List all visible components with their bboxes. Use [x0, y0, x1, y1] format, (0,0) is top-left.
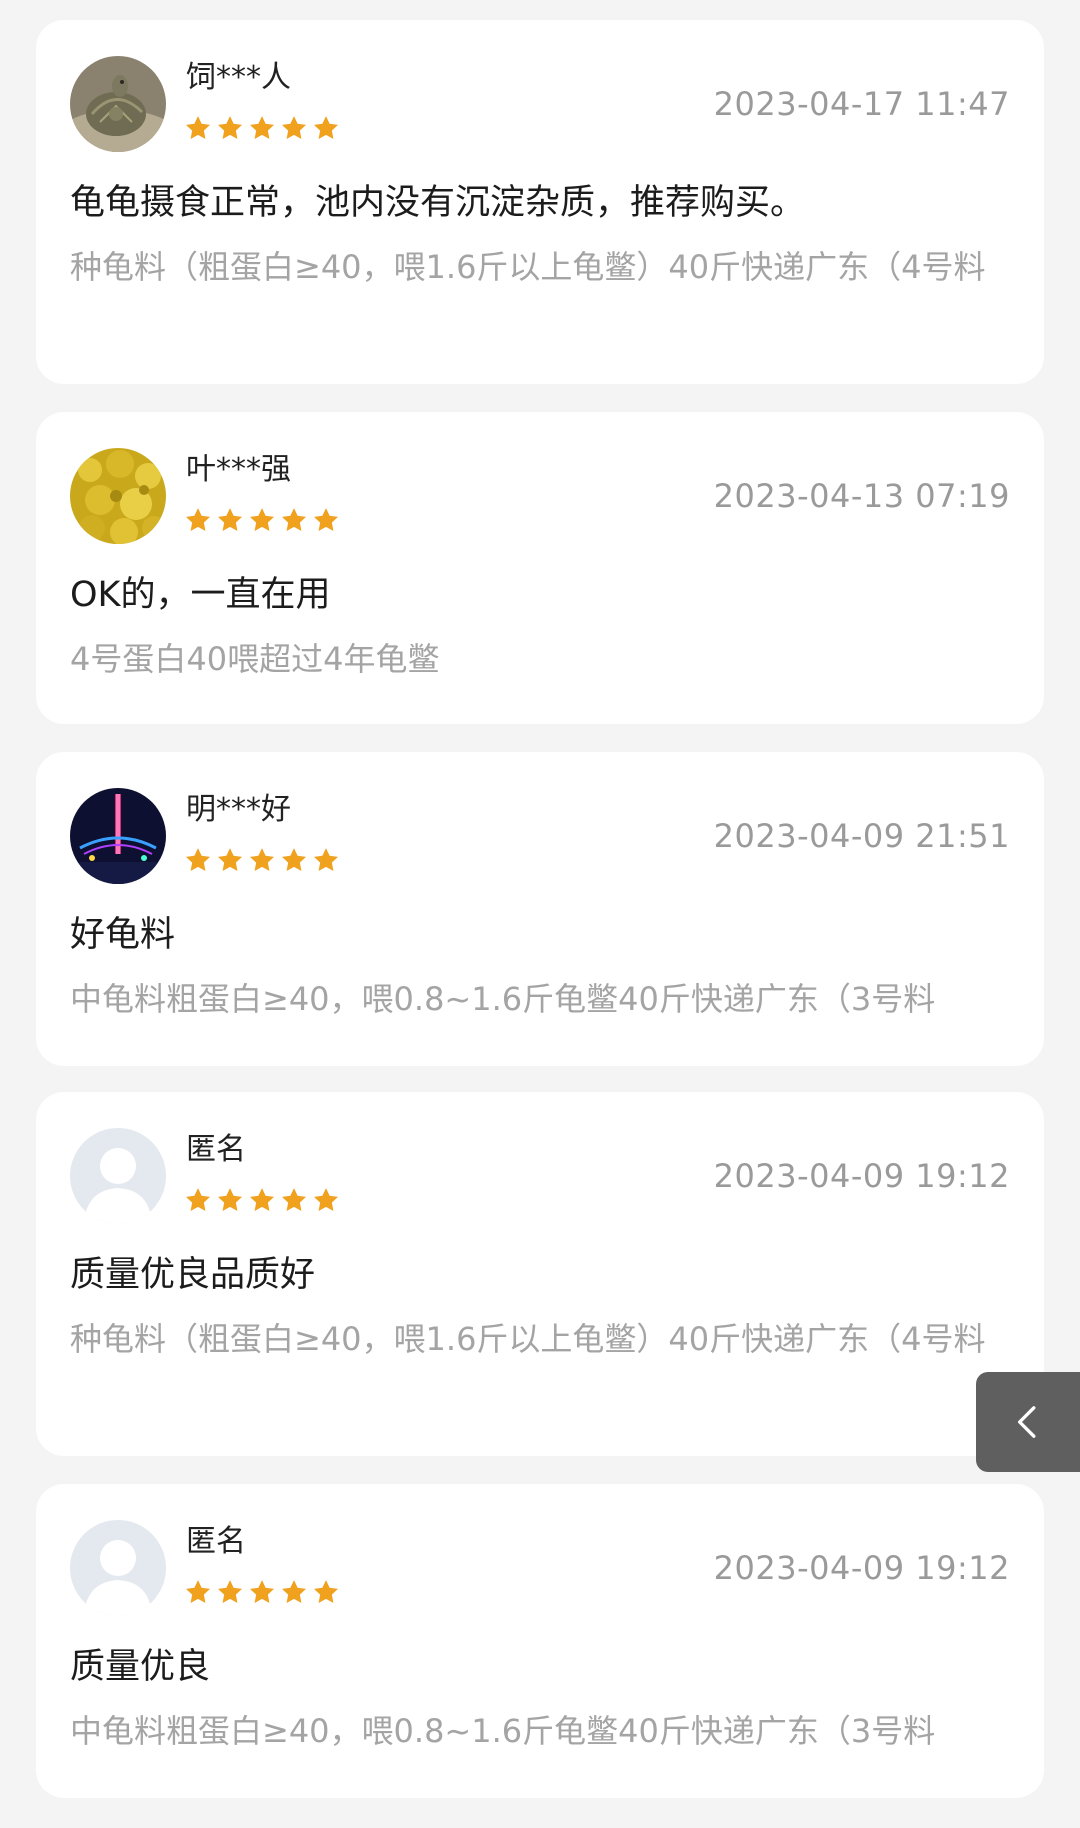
purchased-spec: 中龟料粗蛋白≥40，喂0.8~1.6斤龟鳖40斤快递广东（3号料 — [70, 980, 936, 1018]
review-datetime: 2023-04-13 07:19 — [713, 477, 1010, 515]
review-card: 匿名 2023-04-09 19:12 质量优良品质好 种龟料（粗蛋白≥40，喂… — [36, 1092, 1044, 1456]
star-icon — [216, 506, 244, 534]
review-datetime: 2023-04-09 19:12 — [713, 1157, 1010, 1195]
star-icon — [184, 114, 212, 142]
username: 明***好 — [186, 792, 291, 827]
review-comment: 好龟料 — [70, 915, 176, 955]
username: 饲***人 — [186, 60, 291, 95]
review-comment: 质量优良品质好 — [70, 1255, 316, 1295]
star-icon — [312, 114, 340, 142]
purchased-spec: 中龟料粗蛋白≥40，喂0.8~1.6斤龟鳖40斤快递广东（3号料 — [70, 1712, 936, 1750]
purchased-spec: 种龟料（粗蛋白≥40，喂1.6斤以上龟鳖）40斤快递广东（4号料 — [70, 248, 986, 286]
star-icon — [312, 1186, 340, 1214]
star-icon — [312, 846, 340, 874]
star-icon — [184, 1186, 212, 1214]
chevron-left-icon — [1018, 1406, 1036, 1438]
review-datetime: 2023-04-09 21:51 — [713, 817, 1010, 855]
review-comment: OK的，一直在用 — [70, 575, 331, 615]
default-user-avatar[interactable] — [70, 1520, 166, 1616]
star-rating — [184, 1578, 340, 1606]
yellow-flowers-avatar[interactable] — [70, 448, 166, 544]
review-card: 明***好 2023-04-09 21:51 好龟料 中龟料粗蛋白≥40，喂0.… — [36, 752, 1044, 1066]
star-icon — [184, 1578, 212, 1606]
turtle-avatar[interactable] — [70, 56, 166, 152]
review-card: 饲***人 2023-04-17 11:47 龟龟摄食正常，池内没有沉淀杂质，推… — [36, 20, 1044, 384]
back-button[interactable] — [976, 1372, 1080, 1472]
star-icon — [248, 846, 276, 874]
star-icon — [280, 1578, 308, 1606]
star-icon — [216, 114, 244, 142]
review-card: 叶***强 2023-04-13 07:19 OK的，一直在用 4号蛋白40喂超… — [36, 412, 1044, 724]
star-icon — [248, 1578, 276, 1606]
star-icon — [248, 114, 276, 142]
purchased-spec: 4号蛋白40喂超过4年龟鳖 — [70, 640, 440, 678]
review-list: 饲***人 2023-04-17 11:47 龟龟摄食正常，池内没有沉淀杂质，推… — [0, 0, 1080, 1828]
star-icon — [280, 846, 308, 874]
username: 匿名 — [186, 1132, 246, 1167]
star-icon — [280, 114, 308, 142]
star-icon — [312, 1578, 340, 1606]
review-card: 匿名 2023-04-09 19:12 质量优良 中龟料粗蛋白≥40，喂0.8~… — [36, 1484, 1044, 1798]
purchased-spec: 种龟料（粗蛋白≥40，喂1.6斤以上龟鳖）40斤快递广东（4号料 — [70, 1320, 986, 1358]
night-tower-avatar[interactable] — [70, 788, 166, 884]
review-comment: 质量优良 — [70, 1647, 211, 1687]
star-icon — [216, 1578, 244, 1606]
username: 叶***强 — [186, 452, 291, 487]
review-datetime: 2023-04-17 11:47 — [713, 85, 1010, 123]
star-icon — [312, 506, 340, 534]
star-icon — [184, 506, 212, 534]
star-icon — [248, 506, 276, 534]
star-rating — [184, 506, 340, 534]
star-icon — [216, 846, 244, 874]
star-rating — [184, 114, 340, 142]
star-rating — [184, 846, 340, 874]
review-comment: 龟龟摄食正常，池内没有沉淀杂质，推荐购买。 — [70, 183, 806, 223]
star-icon — [280, 506, 308, 534]
star-icon — [248, 1186, 276, 1214]
review-datetime: 2023-04-09 19:12 — [713, 1549, 1010, 1587]
star-icon — [184, 846, 212, 874]
star-icon — [280, 1186, 308, 1214]
username: 匿名 — [186, 1524, 246, 1559]
star-rating — [184, 1186, 340, 1214]
default-user-avatar[interactable] — [70, 1128, 166, 1224]
star-icon — [216, 1186, 244, 1214]
